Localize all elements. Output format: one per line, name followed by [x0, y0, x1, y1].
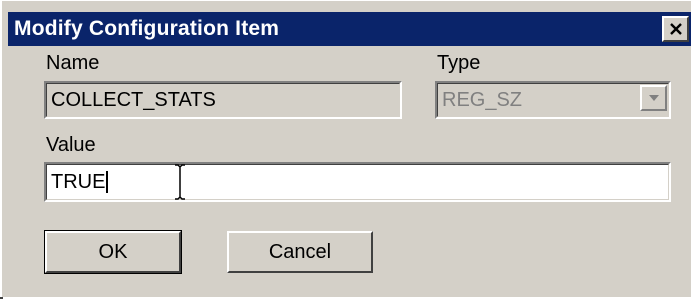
value-text: TRUE — [51, 170, 106, 193]
close-icon — [669, 22, 682, 35]
ok-label: OK — [98, 240, 128, 263]
chevron-down-icon — [648, 95, 659, 101]
title-bar[interactable]: Modify Configuration Item — [8, 12, 691, 46]
value-label: Value — [46, 134, 96, 156]
cancel-button[interactable]: Cancel — [227, 231, 373, 273]
name-value: COLLECT_STATS — [46, 83, 400, 117]
type-label: Type — [437, 52, 481, 74]
name-label: Name — [46, 52, 100, 74]
value-input[interactable]: TRUE — [44, 162, 671, 202]
window-title: Modify Configuration Item — [14, 17, 280, 40]
text-caret — [106, 171, 109, 193]
text-cursor-icon — [175, 164, 185, 200]
type-value: REG_SZ — [442, 88, 523, 111]
cancel-label: Cancel — [268, 240, 332, 263]
close-button[interactable] — [662, 16, 689, 42]
type-select[interactable]: REG_SZ — [435, 81, 671, 119]
ok-button[interactable]: OK — [44, 230, 182, 274]
type-dropdown-button[interactable] — [640, 85, 667, 111]
name-field: COLLECT_STATS — [44, 81, 402, 119]
